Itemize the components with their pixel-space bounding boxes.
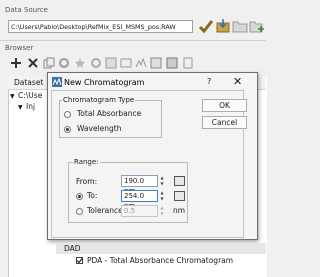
folder-icon[interactable] bbox=[232, 18, 248, 34]
checkmark-icon[interactable] bbox=[198, 18, 214, 34]
dialog-body: Chromatogram Type Total Absorbance Wavel… bbox=[51, 90, 244, 238]
to-label[interactable]: To: bbox=[87, 191, 97, 200]
expand-icon[interactable]: ▼ bbox=[18, 104, 23, 111]
delete-icon[interactable] bbox=[27, 57, 39, 69]
tree-item-pda[interactable]: PDA - Total Absorbance Chromatogram bbox=[87, 256, 233, 265]
tree-item-root[interactable]: C:\Use bbox=[18, 91, 42, 100]
tolerance-input[interactable]: 0.5 bbox=[121, 205, 158, 217]
tree-item-dad-row[interactable] bbox=[56, 243, 266, 254]
to-radio[interactable] bbox=[76, 193, 83, 200]
add-folder-icon[interactable] bbox=[249, 18, 265, 34]
star-icon[interactable] bbox=[74, 57, 86, 69]
help-button[interactable]: ? bbox=[207, 77, 211, 86]
cancel-button[interactable]: Cancel bbox=[202, 116, 247, 129]
tolerance-label[interactable]: Tolerance: bbox=[87, 206, 125, 215]
total-absorbance-radio[interactable] bbox=[64, 111, 71, 118]
wavelength-radio[interactable] bbox=[64, 126, 71, 133]
from-pick-icon[interactable] bbox=[174, 176, 185, 186]
dialog-title: New Chromatogram bbox=[64, 78, 145, 87]
table-icon[interactable] bbox=[150, 57, 162, 69]
data-source-path-input[interactable]: C:\Users\Pablo\Desktop\RefMix_ESI_MSMS_p… bbox=[8, 20, 193, 33]
to-spinner[interactable]: ▲ ▼ bbox=[159, 190, 165, 202]
settings-icon[interactable] bbox=[58, 57, 70, 69]
sync-icon[interactable] bbox=[90, 57, 102, 69]
chromatogram-type-group: Chromatogram Type Total Absorbance Wavel… bbox=[59, 96, 162, 138]
add-icon[interactable] bbox=[10, 57, 22, 69]
dataset-icon[interactable] bbox=[105, 57, 117, 69]
from-spinner[interactable]: ▲ ▼ bbox=[159, 175, 165, 187]
tolerance-unit: nm bbox=[173, 206, 186, 215]
from-input[interactable]: 190.0 nm bbox=[121, 175, 158, 195]
ok-button[interactable]: OK bbox=[202, 99, 247, 112]
data-source-label: Data Source bbox=[5, 6, 48, 14]
tolerance-radio[interactable] bbox=[76, 208, 83, 215]
panel-separator bbox=[0, 40, 266, 41]
copy-icon[interactable] bbox=[43, 57, 55, 69]
chromatogram-app-icon bbox=[52, 77, 62, 89]
browser-label: Browser bbox=[5, 44, 34, 52]
tree-item-dad[interactable]: DAD bbox=[64, 244, 81, 253]
spectrum-icon[interactable] bbox=[135, 57, 147, 69]
range-group: Range: From: 190.0 nm ▲▼ To: 254.0 nm ▲▼… bbox=[68, 158, 188, 223]
import-icon[interactable] bbox=[215, 18, 231, 34]
image-icon[interactable] bbox=[120, 57, 132, 69]
total-absorbance-label[interactable]: Total Absorbance bbox=[77, 109, 141, 118]
wavelength-label[interactable]: Wavelength bbox=[77, 124, 122, 133]
duplicate-icon[interactable] bbox=[182, 57, 194, 69]
to-input[interactable]: 254.0 nm bbox=[121, 190, 158, 210]
tolerance-spinner[interactable]: ▲ ▼ bbox=[159, 205, 165, 217]
chromatogram-type-title: Chromatogram Type bbox=[62, 96, 136, 104]
expand-icon[interactable]: ▼ bbox=[10, 93, 15, 100]
range-title: Range: bbox=[73, 158, 100, 166]
tree-item-injection[interactable]: Inj bbox=[26, 102, 35, 111]
from-label: From: bbox=[76, 177, 98, 186]
new-chromatogram-dialog: New Chromatogram ? ✕ Chromatogram Type T… bbox=[47, 72, 258, 240]
chart-icon[interactable] bbox=[166, 57, 178, 69]
pda-checkbox[interactable] bbox=[76, 257, 83, 264]
close-icon[interactable]: ✕ bbox=[233, 75, 242, 88]
to-pick-icon[interactable] bbox=[174, 191, 185, 201]
column-header-dataset[interactable]: Dataset bbox=[14, 78, 43, 87]
